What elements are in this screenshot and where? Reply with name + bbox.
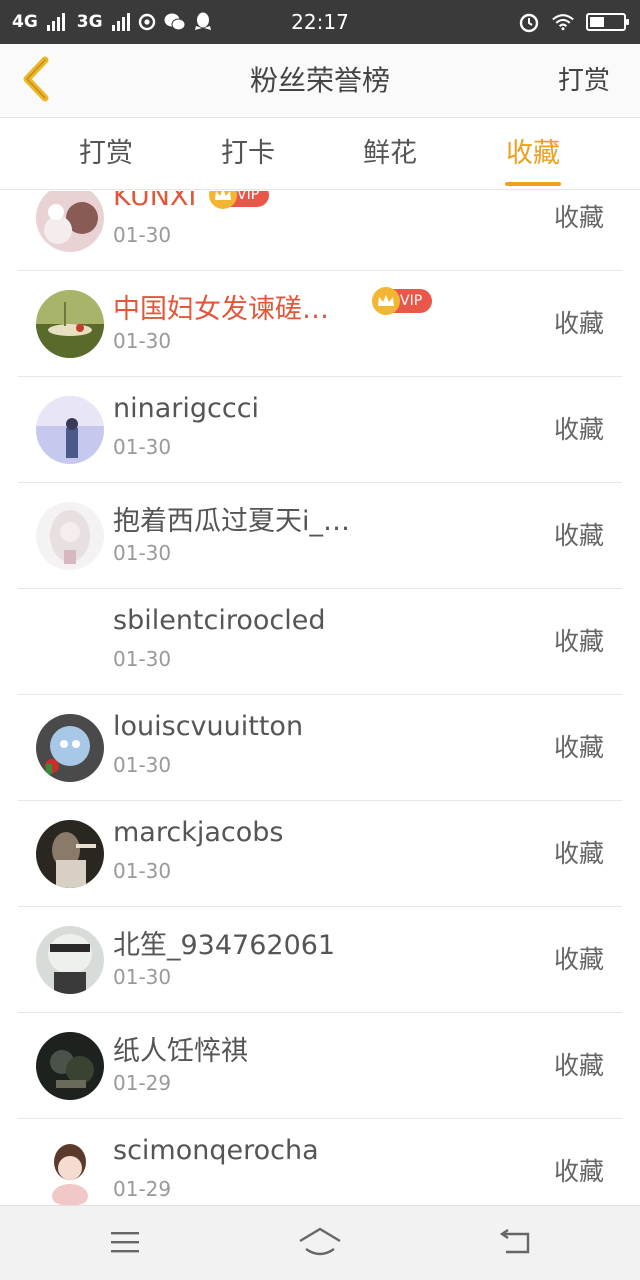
list-item[interactable]: 纸人饪悴祺 01-29 收藏: [18, 1013, 622, 1119]
avatar: [36, 290, 104, 358]
status-bar: 4G 3G 22:17: [0, 0, 640, 44]
favorite-label: 收藏: [553, 733, 604, 762]
app-header: 粉丝荣誉榜 打赏: [0, 44, 640, 118]
return-icon: [498, 1228, 532, 1260]
list-item[interactable]: 中国妇女发谏磋… VIP 01-30 收藏: [18, 271, 622, 377]
favorite-label: 收藏: [553, 203, 604, 232]
avatar: [36, 396, 104, 464]
favorite-label: 收藏: [553, 1157, 604, 1186]
date: 01-30: [113, 223, 172, 247]
date: 01-29: [113, 1177, 172, 1201]
favorite-label: 收藏: [553, 309, 604, 338]
menu-icon: [109, 1229, 141, 1259]
home-icon: [298, 1227, 342, 1261]
user-name: louiscvuuitton: [113, 711, 304, 742]
crown-icon: [372, 287, 400, 315]
favorite-label: 收藏: [553, 839, 604, 868]
back-system-button[interactable]: [485, 1224, 545, 1264]
date: 01-29: [113, 1071, 172, 1095]
page-title: 粉丝荣誉榜: [249, 64, 390, 97]
favorite-label: 收藏: [553, 1051, 604, 1080]
date: 01-30: [113, 647, 172, 671]
user-name: 北笙_934762061: [113, 930, 336, 961]
user-name: 中国妇女发谏磋…: [113, 294, 329, 325]
avatar: [36, 714, 104, 782]
avatar: [36, 926, 104, 994]
tab-favorites[interactable]: 收藏: [473, 118, 593, 190]
crown-icon: [209, 191, 237, 209]
date: 01-30: [113, 965, 172, 989]
date: 01-30: [113, 541, 172, 565]
menu-button[interactable]: [95, 1224, 155, 1264]
tab-checkin[interactable]: 打卡: [188, 118, 308, 190]
wifi-icon: [552, 11, 574, 33]
list-item[interactable]: scimonqerocha 01-29 收藏: [18, 1119, 622, 1205]
user-name: marckjacobs: [113, 817, 284, 848]
status-right: [518, 0, 629, 44]
vip-badge: VIP: [209, 191, 269, 209]
user-name: KUNXI: [113, 191, 197, 212]
active-tab-indicator: [505, 182, 561, 186]
list-item[interactable]: louiscvuuitton 01-30 收藏: [18, 695, 622, 801]
list-item[interactable]: ninarigccci 01-30 收藏: [18, 377, 622, 483]
list-item[interactable]: marckjacobs 01-30 收藏: [18, 801, 622, 907]
system-nav-bar: [0, 1205, 640, 1280]
avatar: [36, 191, 104, 252]
battery-icon: [586, 13, 629, 31]
alarm-icon: [518, 11, 540, 33]
reward-button[interactable]: 打赏: [558, 44, 610, 118]
avatar: [36, 502, 104, 570]
list-item[interactable]: sbilentciroocled 01-30 收藏: [18, 589, 622, 695]
list-item[interactable]: KUNXI VIP 01-30 收藏: [18, 191, 622, 271]
list-item[interactable]: 抱着西瓜过夏天i_… 01-30 收藏: [18, 483, 622, 589]
fan-list: KUNXI VIP 01-30 收藏 中国妇女发谏磋… VIP 01-30 收藏…: [0, 191, 640, 1205]
user-name: scimonqerocha: [113, 1135, 319, 1166]
user-name: ninarigccci: [113, 393, 260, 424]
vip-badge: VIP: [372, 287, 432, 315]
date: 01-30: [113, 329, 172, 353]
avatar: [36, 1032, 104, 1100]
favorite-label: 收藏: [553, 415, 604, 444]
date: 01-30: [113, 435, 172, 459]
avatar: [36, 1138, 104, 1205]
favorite-label: 收藏: [553, 521, 604, 550]
user-name: sbilentciroocled: [113, 605, 326, 636]
favorite-label: 收藏: [553, 945, 604, 974]
user-name: 抱着西瓜过夏天i_…: [113, 506, 351, 537]
tab-flowers[interactable]: 鲜花: [330, 118, 450, 190]
date: 01-30: [113, 753, 172, 777]
tab-bar: 打赏 打卡 鲜花 收藏: [0, 118, 640, 190]
favorite-label: 收藏: [553, 627, 604, 656]
list-item[interactable]: 北笙_934762061 01-30 收藏: [18, 907, 622, 1013]
date: 01-30: [113, 859, 172, 883]
user-name: 纸人饪悴祺: [113, 1036, 248, 1067]
avatar: [36, 820, 104, 888]
home-button[interactable]: [290, 1224, 350, 1264]
tab-reward[interactable]: 打赏: [46, 118, 166, 190]
